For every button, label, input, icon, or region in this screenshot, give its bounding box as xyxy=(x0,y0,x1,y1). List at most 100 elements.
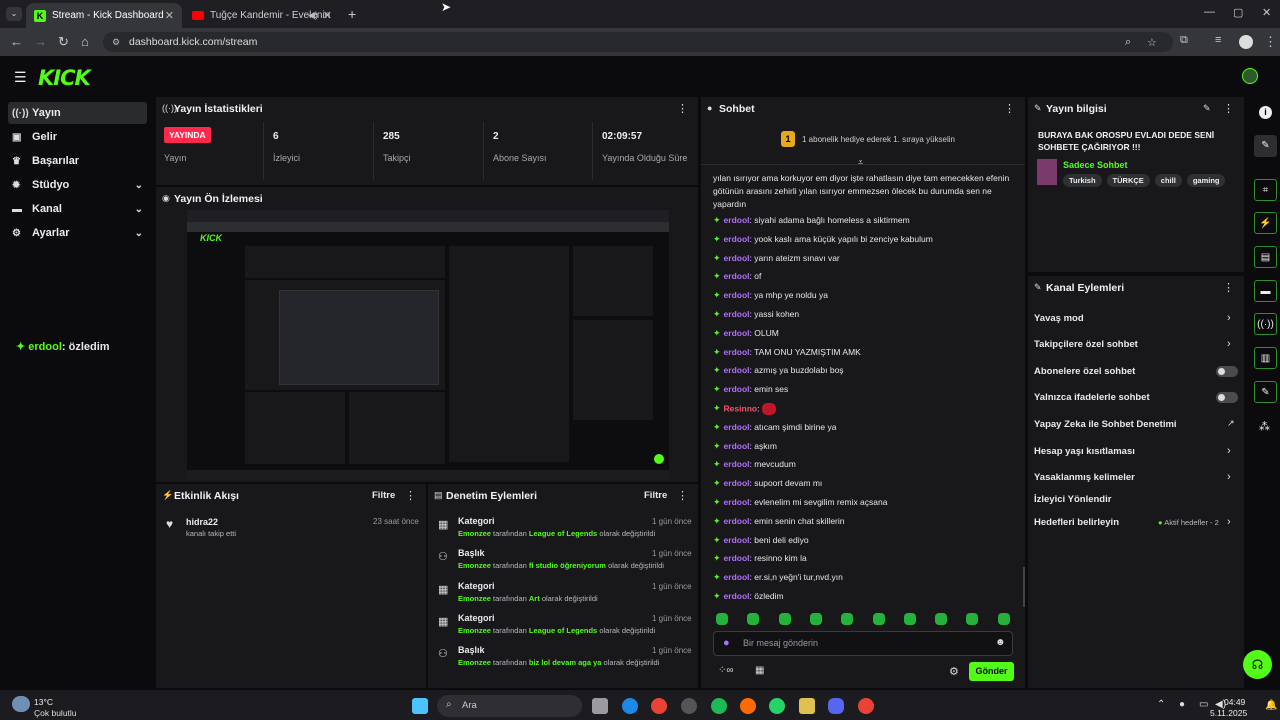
extensions-icon[interactable]: ⧉ xyxy=(1180,34,1188,47)
filter-button[interactable]: Filtre xyxy=(372,490,395,501)
chat-username[interactable]: erdool xyxy=(724,309,750,319)
emoji-picker-icon[interactable]: ☻ xyxy=(995,637,1006,648)
sidebar-item-ayarlar[interactable]: ⚙ Ayarlar ⌄ xyxy=(8,222,147,244)
chrome-alt-icon[interactable] xyxy=(858,698,874,714)
task-view-icon[interactable] xyxy=(592,698,608,714)
notes-app-icon[interactable] xyxy=(799,698,815,714)
chat-username[interactable]: erdool xyxy=(724,290,750,300)
subscribers-only-toggle[interactable] xyxy=(1216,366,1238,377)
url-bar[interactable]: ⚙ dashboard.kick.com/stream ⌕ ☆ xyxy=(103,32,1173,52)
more-options-icon[interactable]: ⋮ xyxy=(677,102,688,115)
emote-icon[interactable] xyxy=(809,613,822,625)
action-goals[interactable]: Hedefleri belirleyin xyxy=(1034,517,1119,528)
sidebar-item-yayin[interactable]: ((·)) Yayın xyxy=(8,102,147,124)
chat-settings-icon[interactable]: ⚙ xyxy=(949,665,959,678)
info-icon[interactable]: i xyxy=(1259,106,1272,119)
chat-username[interactable]: erdool xyxy=(724,384,750,394)
chat-username[interactable]: Resinno xyxy=(724,403,758,413)
chat-button[interactable]: ▬ xyxy=(1254,280,1277,302)
edge-icon[interactable] xyxy=(622,698,638,714)
site-info-icon[interactable]: ⚙ xyxy=(112,37,120,48)
chat-username[interactable]: erdool xyxy=(724,478,750,488)
audio-icon[interactable]: ◀) xyxy=(308,10,318,21)
emote-icon[interactable] xyxy=(935,613,948,625)
notes-button[interactable]: ▤ xyxy=(1254,246,1277,268)
tab-youtube[interactable]: Tuğçe Kandemir - Evelenin ◀) ✕ xyxy=(184,3,340,28)
store-icon[interactable]: ▦ xyxy=(755,665,764,676)
chat-username[interactable]: erdool xyxy=(724,516,750,526)
more-options-icon[interactable]: ⋮ xyxy=(1223,102,1234,115)
chat-username[interactable]: erdool xyxy=(724,422,750,432)
forward-icon[interactable]: → xyxy=(34,34,47,49)
zoom-icon[interactable]: ⌕ xyxy=(1125,36,1131,49)
menu-dots-icon[interactable]: ⋮ xyxy=(1264,34,1277,50)
chat-username[interactable]: erdool xyxy=(724,234,750,244)
kick-logo[interactable]: KICK xyxy=(38,66,91,90)
profile-avatar[interactable] xyxy=(1239,35,1253,49)
microphone-icon[interactable]: ● xyxy=(723,637,730,649)
action-banned-words[interactable]: Yasaklanmış kelimeler xyxy=(1034,472,1135,483)
chat-username[interactable]: erdool xyxy=(724,459,750,469)
clock-date[interactable]: 5.11.2025 xyxy=(1210,708,1247,718)
emote-icon[interactable] xyxy=(778,613,791,625)
browser-alt-icon[interactable] xyxy=(740,698,756,714)
chat-username[interactable]: erdool xyxy=(724,572,750,582)
chevron-right-icon[interactable]: › xyxy=(1227,471,1231,483)
microphone-tray-icon[interactable]: ● xyxy=(1179,699,1185,710)
support-chat-button[interactable]: ☊ xyxy=(1243,650,1272,679)
tab-kick-dashboard[interactable]: K Stream - Kick Dashboard ✕ xyxy=(26,3,182,28)
send-button[interactable]: Gönder xyxy=(969,662,1014,681)
expand-pinned-icon[interactable]: ⩡ xyxy=(858,157,863,168)
notifications-icon[interactable]: 🔔 xyxy=(1265,700,1277,711)
more-options-icon[interactable]: ⋮ xyxy=(1004,102,1015,115)
chevron-right-icon[interactable]: › xyxy=(1227,516,1231,528)
action-account-age[interactable]: Hesap yaşı kısıtlaması xyxy=(1034,446,1135,457)
chat-username[interactable]: erdool xyxy=(724,328,750,338)
hamburger-menu-icon[interactable]: ☰ xyxy=(14,69,27,86)
more-options-icon[interactable]: ⋮ xyxy=(1223,281,1234,294)
more-options-icon[interactable]: ⋮ xyxy=(677,489,688,502)
weather-icon[interactable] xyxy=(12,696,30,712)
clock-time[interactable]: 04:49 xyxy=(1224,697,1245,707)
external-link-icon[interactable]: ↗ xyxy=(1227,418,1235,429)
chat-username[interactable]: erdool xyxy=(724,591,750,601)
points-icon[interactable]: ⁘∞ xyxy=(718,665,734,676)
minimize-button[interactable]: — xyxy=(1204,6,1215,18)
emote-icon[interactable] xyxy=(997,613,1010,625)
activity-user[interactable]: hidra22 xyxy=(186,517,218,527)
maximize-button[interactable]: ▢ xyxy=(1233,6,1243,19)
weather-temp[interactable]: 13°C xyxy=(34,697,53,707)
network-icon[interactable]: ▭ xyxy=(1199,699,1208,710)
emote-icon[interactable] xyxy=(966,613,979,625)
sidebar-item-gelir[interactable]: ▣ Gelir xyxy=(8,126,147,148)
clip-button[interactable]: ⌗ xyxy=(1254,179,1277,201)
edit-icon[interactable]: ✎ xyxy=(1203,103,1211,114)
category-name[interactable]: Sadece Sohbet xyxy=(1063,160,1128,170)
chrome-icon[interactable] xyxy=(651,698,667,714)
chevron-right-icon[interactable]: › xyxy=(1227,312,1231,324)
sidebar-item-kanal[interactable]: ▬ Kanal ⌄ xyxy=(8,198,147,220)
emote-icon[interactable] xyxy=(841,613,854,625)
chat-username[interactable]: erdool xyxy=(724,253,750,263)
action-followers-only[interactable]: Takipçilere özel sohbet xyxy=(1034,339,1138,350)
spotify-icon[interactable] xyxy=(711,698,727,714)
wrench-button[interactable]: ✎ xyxy=(1254,381,1277,403)
close-tab-icon[interactable]: ✕ xyxy=(323,9,332,22)
taskbar-search[interactable]: ⌕ Ara xyxy=(437,695,582,717)
bookmark-star-icon[interactable]: ☆ xyxy=(1147,36,1157,49)
action-ai-moderation[interactable]: Yapay Zeka ile Sohbet Denetimi xyxy=(1034,419,1177,430)
chat-username[interactable]: erdool xyxy=(724,441,750,451)
chevron-right-icon[interactable]: › xyxy=(1227,338,1231,350)
tray-expand-icon[interactable]: ⌃ xyxy=(1157,699,1165,710)
windows-start-icon[interactable] xyxy=(412,698,428,714)
chat-scrollbar[interactable] xyxy=(1023,567,1025,607)
new-tab-button[interactable]: + xyxy=(348,6,356,22)
back-icon[interactable]: ← xyxy=(10,34,23,49)
edit-layout-button[interactable]: ✎ xyxy=(1254,135,1277,157)
media-icon[interactable]: ≡ xyxy=(1215,34,1221,46)
action-slow-mode[interactable]: Yavaş mod xyxy=(1034,313,1084,324)
sidebar-item-basarilar[interactable]: ♛ Başarılar xyxy=(8,150,147,172)
more-tools-icon[interactable]: ⁂ xyxy=(1259,420,1270,433)
chat-username[interactable]: erdool xyxy=(724,215,750,225)
more-options-icon[interactable]: ⋮ xyxy=(405,489,416,502)
